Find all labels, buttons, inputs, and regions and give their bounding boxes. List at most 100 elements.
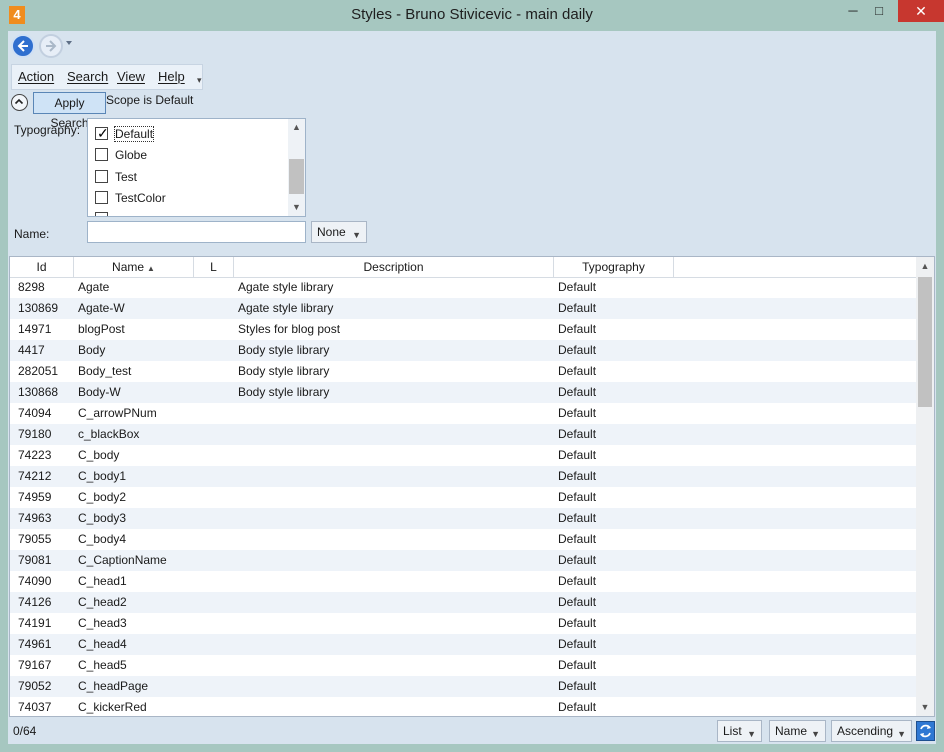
cell-name: C_headPage [78,679,149,693]
table-row[interactable]: 74126 C_head2 Default [10,592,918,613]
cell-typography: Default [558,322,597,336]
collapse-search-button[interactable] [11,94,28,111]
checkbox[interactable]: ✓ [95,125,109,141]
cell-id: 74959 [18,490,52,504]
table-row[interactable]: 4417 Body Body style library Default [10,340,918,361]
apply-search-button[interactable]: Apply Search [33,92,106,130]
table-row[interactable]: 8298 Agate Agate style library Default [10,277,918,298]
table-row[interactable]: 282051 Body_test Body style library Default [10,361,918,382]
name-input[interactable] [87,221,306,243]
scope-status: Scope is Default [106,93,194,107]
column-header-name[interactable]: Name ▲ [74,257,194,277]
status-bar: 0/64 List ▼ Name ▼ Ascending ▼ [8,719,936,744]
cell-typography: Default [558,448,597,462]
history-dropdown-icon[interactable] [66,41,72,45]
cell-name: Body [78,343,106,357]
name-mode-dropdown[interactable]: None ▼ [311,221,367,243]
table-row[interactable]: 74212 C_body1 Default [10,466,918,487]
typography-list[interactable]: ✓ Default Globe Test TestColor ▲ ▼ [87,118,306,217]
cell-name: C_CaptionName [78,553,167,567]
typography-option-testcolor[interactable]: TestColor [95,187,285,208]
back-button[interactable] [11,34,35,58]
scroll-thumb[interactable] [289,159,304,194]
view-mode-dropdown[interactable]: List ▼ [717,720,762,742]
record-count: 0/64 [13,724,37,738]
scroll-down-icon[interactable]: ▼ [916,698,934,716]
cell-id: 74191 [18,616,52,630]
grid-scrollbar[interactable]: ▲ ▼ [916,257,934,716]
cell-typography: Default [558,280,597,294]
maximize-button[interactable]: □ [866,0,892,22]
cell-id: 74094 [18,406,52,420]
table-row[interactable]: 74037 C_kickerRed Default [10,697,918,716]
cell-name: blogPost [78,322,125,336]
cell-id: 74037 [18,700,52,714]
scroll-up-icon[interactable]: ▲ [916,257,934,275]
chevron-up-icon [14,98,24,105]
column-header-description[interactable]: Description [234,257,554,277]
typography-option-globe[interactable]: Globe [95,144,285,165]
table-row[interactable]: 74961 C_head4 Default [10,634,918,655]
cell-description [238,697,548,716]
menu-view[interactable]: View [117,69,145,84]
checkbox[interactable] [95,191,108,204]
cell-id: 74126 [18,595,52,609]
minimize-button[interactable]: ─ [836,0,870,22]
sort-field-dropdown[interactable]: Name ▼ [769,720,826,742]
table-row[interactable]: 79055 C_body4 Default [10,529,918,550]
cell-id: 4417 [18,343,45,357]
checkbox[interactable] [95,148,108,161]
cell-name: C_body1 [78,469,127,483]
scroll-up-icon[interactable]: ▲ [288,119,305,136]
table-row[interactable]: 74963 C_body3 Default [10,508,918,529]
column-header-typography[interactable]: Typography [554,257,674,277]
cell-name: c_blackBox [78,427,140,441]
table-row[interactable]: 74223 C_body Default [10,445,918,466]
typography-option-partial [95,208,285,216]
column-header-id[interactable]: Id [10,257,74,277]
forward-button[interactable] [39,34,63,58]
scroll-down-icon[interactable]: ▼ [288,199,305,216]
menu-action[interactable]: Action [18,69,54,84]
cell-typography: Default [558,679,597,693]
menu-search[interactable]: Search [67,69,108,84]
table-row[interactable]: 74959 C_body2 Default [10,487,918,508]
main-window: 4 Styles - Bruno Stivicevic - main daily… [0,0,944,752]
table-row[interactable]: 79167 C_head5 Default [10,655,918,676]
table-row[interactable]: 79052 C_headPage Default [10,676,918,697]
cell-name: C_body3 [78,511,127,525]
table-row[interactable]: 74191 C_head3 Default [10,613,918,634]
menu-help[interactable]: Help [158,69,185,84]
cell-description [238,403,548,424]
table-row[interactable]: 130869 Agate-W Agate style library Default [10,298,918,319]
cell-typography: Default [558,637,597,651]
table-row[interactable]: 130868 Body-W Body style library Default [10,382,918,403]
cell-typography: Default [558,553,597,567]
close-button[interactable]: ✕ [898,0,944,22]
refresh-button[interactable] [916,721,935,741]
refresh-icon [920,724,931,738]
title-bar[interactable]: 4 Styles - Bruno Stivicevic - main daily… [0,0,944,31]
table-row[interactable]: 79180 c_blackBox Default [10,424,918,445]
typography-scrollbar[interactable]: ▲ ▼ [288,119,305,216]
cell-description [238,487,548,508]
menu-overflow-icon[interactable]: ▾ [197,75,202,86]
table-row[interactable]: 74094 C_arrowPNum Default [10,403,918,424]
cell-name: C_body4 [78,532,127,546]
cell-description [238,676,548,697]
typography-option-label: TestColor [115,191,166,205]
sort-ascending-icon: ▲ [147,264,155,273]
typography-option-test[interactable]: Test [95,166,285,187]
cell-description [238,550,548,571]
scroll-thumb[interactable] [918,277,932,407]
sort-order-dropdown[interactable]: Ascending ▼ [831,720,912,742]
table-row[interactable]: 14971 blogPost Styles for blog post Default [10,319,918,340]
checkbox[interactable] [95,170,108,183]
typography-option-default[interactable]: ✓ Default [95,123,285,144]
cell-id: 130868 [18,385,59,399]
column-header-l[interactable]: L [194,257,234,277]
cell-description [238,424,548,445]
forward-arrow-icon [46,40,57,52]
table-row[interactable]: 74090 C_head1 Default [10,571,918,592]
table-row[interactable]: 79081 C_CaptionName Default [10,550,918,571]
